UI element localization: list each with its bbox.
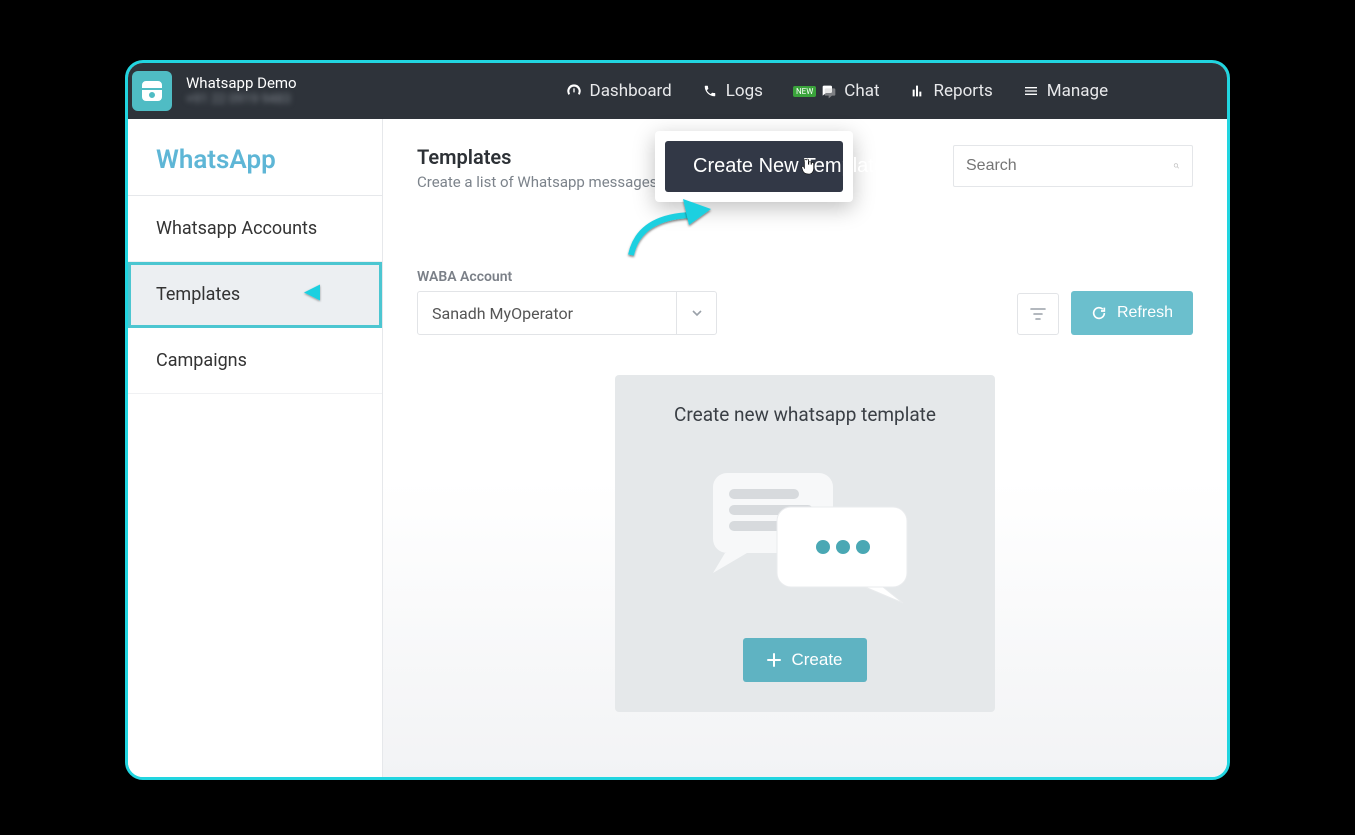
phone-icon <box>702 83 718 99</box>
waba-account-value: Sanadh MyOperator <box>418 292 676 334</box>
search-icon <box>1173 158 1180 174</box>
create-template-popover: Create New Template <box>655 131 853 202</box>
dashboard-icon <box>566 83 582 99</box>
nav-reports[interactable]: Reports <box>910 81 993 101</box>
filter-icon <box>1030 306 1046 322</box>
nav-chat-label: Chat <box>844 81 879 101</box>
waba-account-label: WABA Account <box>417 269 717 285</box>
arrow-annotation-icon <box>302 278 354 311</box>
create-label: Create <box>791 650 842 670</box>
brand-phone: +91 22 0919 9483 <box>186 92 297 108</box>
nav-logs[interactable]: Logs <box>702 81 763 101</box>
search-box[interactable] <box>953 145 1193 187</box>
empty-state-title: Create new whatsapp template <box>639 403 971 426</box>
nav-manage[interactable]: Manage <box>1023 81 1108 101</box>
chevron-down-icon <box>676 292 716 334</box>
new-badge-icon: NEW <box>793 86 816 97</box>
nav-dashboard[interactable]: Dashboard <box>566 81 672 101</box>
plus-icon <box>767 653 781 667</box>
search-input[interactable] <box>966 157 1173 175</box>
brand-logo <box>132 71 172 111</box>
sidebar-item-label: Whatsapp Accounts <box>156 218 317 239</box>
topbar: Whatsapp Demo +91 22 0919 9483 Dashboard… <box>128 63 1227 119</box>
hamburger-icon <box>1023 83 1039 99</box>
page-subtitle: Create a list of Whatsapp messages <box>417 173 657 191</box>
nav-logs-label: Logs <box>726 81 763 101</box>
refresh-icon <box>1091 305 1107 321</box>
nav-dashboard-label: Dashboard <box>590 81 672 101</box>
nav-manage-label: Manage <box>1047 81 1108 101</box>
chat-illustration-icon <box>639 450 971 610</box>
waba-account-select[interactable]: Sanadh MyOperator <box>417 291 717 335</box>
empty-state-card: Create new whatsapp template <box>615 375 995 712</box>
brand-title: Whatsapp Demo <box>186 74 297 92</box>
filter-button[interactable] <box>1017 293 1059 335</box>
create-button-label: Create New Template <box>693 155 885 178</box>
cursor-hand-icon <box>801 158 815 176</box>
brand-text: Whatsapp Demo +91 22 0919 9483 <box>186 74 297 108</box>
page-title: Templates <box>417 145 657 169</box>
arrow-callout-icon <box>619 197 719 271</box>
main-content: Templates Create a list of Whatsapp mess… <box>383 119 1227 777</box>
waba-account-group: WABA Account Sanadh MyOperator <box>417 269 717 335</box>
sidebar: WhatsApp Whatsapp Accounts Templates Cam… <box>128 119 383 777</box>
sidebar-item-label: Campaigns <box>156 350 247 371</box>
sidebar-item-accounts[interactable]: Whatsapp Accounts <box>128 196 382 262</box>
nav-chat[interactable]: NEW Chat <box>793 81 880 101</box>
controls-row: WABA Account Sanadh MyOperator <box>417 269 1193 335</box>
phone-logo-icon <box>140 79 164 103</box>
create-button[interactable]: Create <box>743 638 866 682</box>
body: WhatsApp Whatsapp Accounts Templates Cam… <box>128 119 1227 777</box>
nav-reports-label: Reports <box>934 81 993 101</box>
sidebar-title: WhatsApp <box>128 119 382 196</box>
refresh-button[interactable]: Refresh <box>1071 291 1193 335</box>
sidebar-item-label: Templates <box>156 284 240 305</box>
sidebar-item-campaigns[interactable]: Campaigns <box>128 328 382 394</box>
create-new-template-button[interactable]: Create New Template <box>665 141 843 192</box>
refresh-label: Refresh <box>1117 304 1173 322</box>
page-titles: Templates Create a list of Whatsapp mess… <box>417 145 657 191</box>
nav-links: Dashboard Logs NEW Chat Reports <box>406 81 1109 101</box>
app-window: Whatsapp Demo +91 22 0919 9483 Dashboard… <box>125 60 1230 780</box>
sidebar-item-templates[interactable]: Templates <box>128 262 382 328</box>
chat-icon <box>820 83 836 99</box>
bar-chart-icon <box>910 83 926 99</box>
